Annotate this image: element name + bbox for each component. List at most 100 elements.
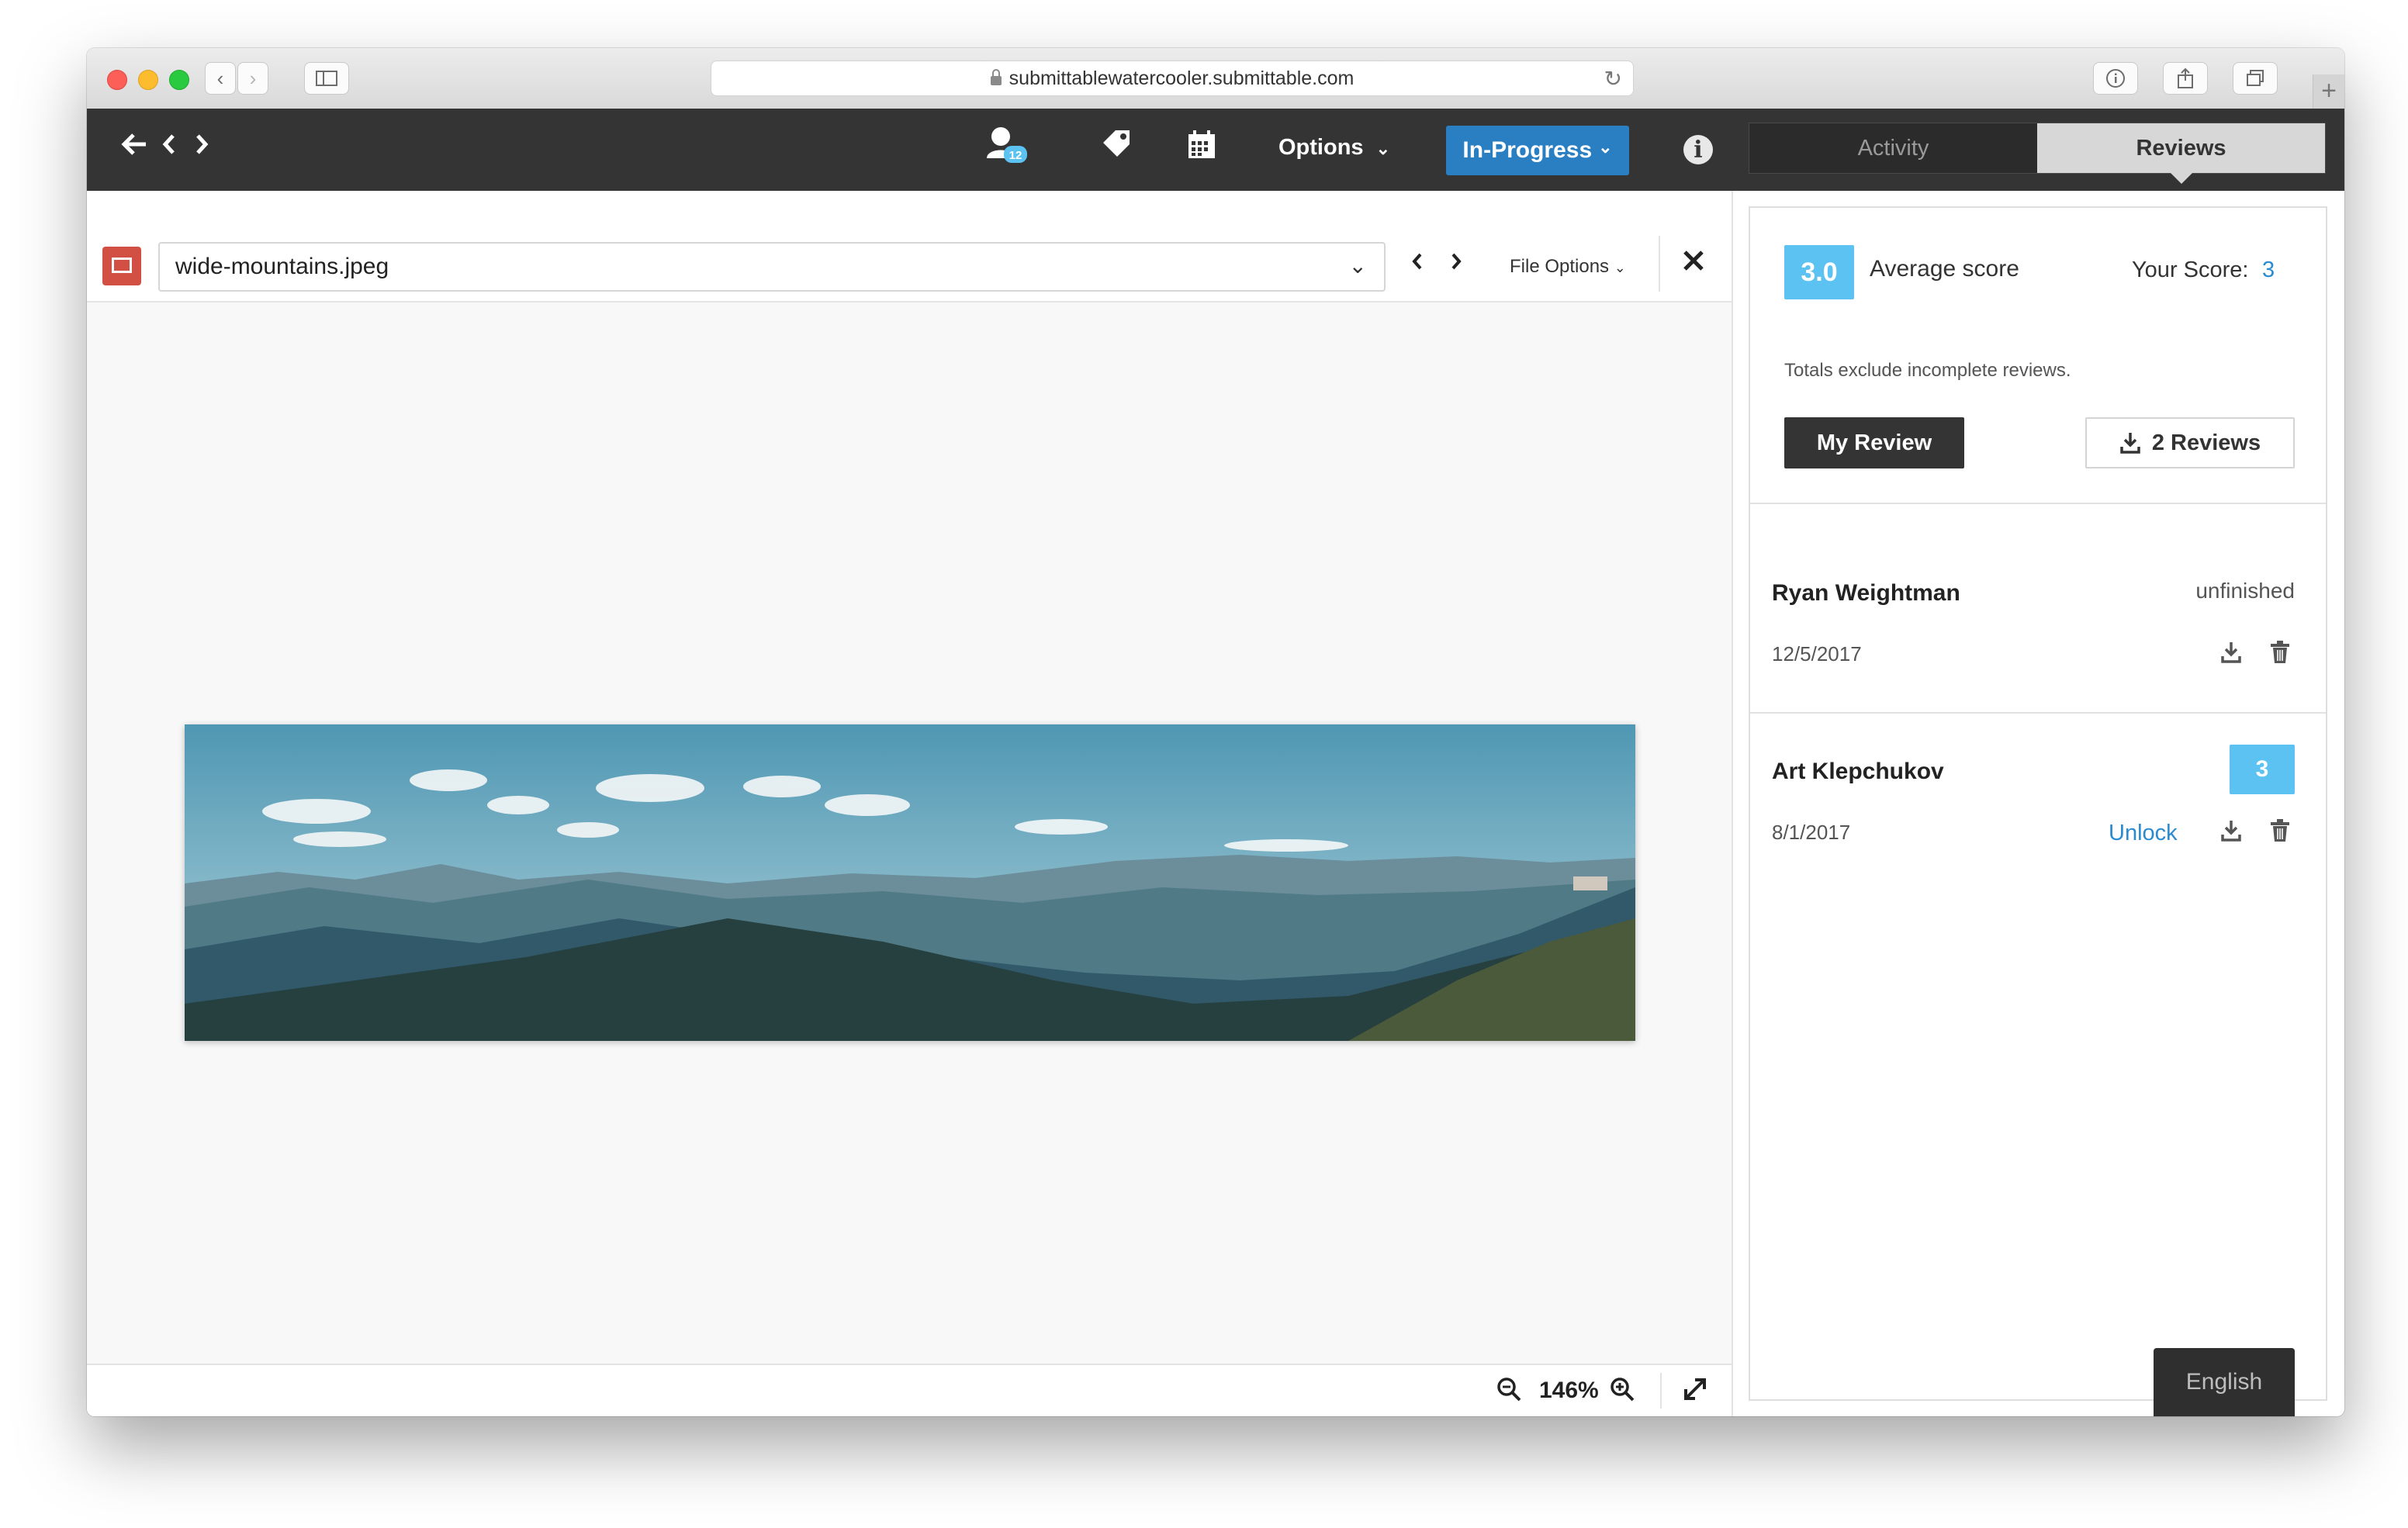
browser-toolbar: ‹ › submittablewatercooler.submittable.c… xyxy=(87,48,2344,109)
calendar-icon xyxy=(1188,130,1215,158)
back-to-list-button[interactable] xyxy=(121,129,147,164)
chevron-left-icon xyxy=(1412,253,1422,270)
chevron-down-icon: ⌄ xyxy=(1598,137,1613,157)
language-label: English xyxy=(2185,1369,2263,1395)
your-score-value[interactable]: 3 xyxy=(2262,258,2275,283)
zoom-window-button[interactable] xyxy=(169,70,189,90)
side-panel-tabs: Activity Reviews xyxy=(1749,123,2326,184)
address-bar-text: submittablewatercooler.submittable.com xyxy=(1009,67,1354,89)
download-icon xyxy=(2120,433,2140,454)
share-button[interactable] xyxy=(2163,62,2208,95)
fullscreen-button[interactable] xyxy=(1682,1376,1708,1409)
chevron-left-icon: ‹ xyxy=(216,66,224,90)
labels-button[interactable] xyxy=(1100,127,1133,168)
reviews-count-label: 2 Reviews xyxy=(2151,430,2261,455)
totals-note: Totals exclude incomplete reviews. xyxy=(1784,360,2071,381)
unlock-review-link[interactable]: Unlock xyxy=(2109,821,2178,846)
chevron-right-icon xyxy=(196,134,209,154)
next-submission-button[interactable] xyxy=(194,129,209,164)
calendar-button[interactable] xyxy=(1187,130,1216,168)
file-name: wide-mountains.jpeg xyxy=(175,254,389,279)
options-label: Options xyxy=(1278,135,1364,160)
chevron-right-icon xyxy=(1451,253,1462,270)
file-select-dropdown[interactable]: wide-mountains.jpeg ⌄ xyxy=(158,242,1386,292)
reviewer-name: Ryan Weightman xyxy=(1772,580,1960,606)
file-options-menu[interactable]: File Options ⌄ xyxy=(1510,256,1626,278)
language-selector[interactable]: English xyxy=(2154,1348,2295,1416)
download-review-button[interactable] xyxy=(2220,641,2242,668)
download-icon xyxy=(2221,642,2241,663)
zoom-in-button[interactable] xyxy=(1609,1376,1635,1409)
zoom-out-icon xyxy=(1497,1378,1521,1402)
download-reviews-button[interactable]: 2 Reviews xyxy=(2085,417,2295,468)
reload-icon[interactable]: ↻ xyxy=(1604,66,1622,92)
reader-info-button[interactable] xyxy=(2093,62,2138,95)
share-icon xyxy=(2178,67,2193,88)
tab-activity[interactable]: Activity xyxy=(1749,123,2037,173)
tab-activity-label: Activity xyxy=(1857,135,1929,161)
address-bar[interactable]: submittablewatercooler.submittable.com ↻ xyxy=(711,60,1634,96)
info-icon[interactable]: i xyxy=(1683,135,1713,164)
options-menu[interactable]: Options ⌄ xyxy=(1278,135,1390,161)
chevron-left-icon xyxy=(162,134,175,154)
your-score-label: Your Score: xyxy=(2132,258,2249,282)
assigned-users-count: 12 xyxy=(1009,149,1022,162)
arrow-left-icon xyxy=(121,133,146,155)
user-lock-icon: 12 xyxy=(987,127,1027,163)
lock-icon xyxy=(990,69,1002,85)
browser-back-button[interactable]: ‹ xyxy=(205,62,236,95)
file-viewer: wide-mountains.jpeg ⌄ File Options ⌄ 146… xyxy=(87,191,1733,1416)
expand-icon xyxy=(1684,1378,1706,1400)
assigned-users-button[interactable]: 12 xyxy=(984,123,1029,175)
chevron-down-icon: ⌄ xyxy=(1348,254,1367,278)
image-file-icon xyxy=(102,247,141,285)
reviewer-name: Art Klepchukov xyxy=(1772,759,1944,784)
download-review-button[interactable] xyxy=(2220,819,2242,846)
new-tab-button[interactable]: + xyxy=(2313,74,2344,109)
close-viewer-button[interactable] xyxy=(1682,242,1705,281)
tab-reviews[interactable]: Reviews xyxy=(2037,123,2325,184)
tag-icon xyxy=(1103,130,1130,157)
tab-reviews-label: Reviews xyxy=(2136,135,2226,161)
info-circle-icon xyxy=(2106,69,2125,88)
divider xyxy=(1750,503,2326,504)
zoom-level: 146% xyxy=(1539,1378,1599,1403)
divider xyxy=(1659,236,1660,292)
download-icon xyxy=(2221,821,2241,842)
zoom-out-button[interactable] xyxy=(1496,1376,1522,1409)
browser-forward-button[interactable]: › xyxy=(237,62,268,95)
my-review-button[interactable]: My Review xyxy=(1784,417,1964,468)
review-date: 8/1/2017 xyxy=(1772,821,1851,844)
file-header: wide-mountains.jpeg ⌄ File Options ⌄ xyxy=(87,191,1732,302)
app-navbar: 12 Options ⌄ In-Progress ⌄ i Activity Re… xyxy=(87,109,2344,191)
sidebar-toggle-button[interactable] xyxy=(304,62,349,95)
average-score-label: Average score xyxy=(1870,256,2019,282)
sidebar-icon xyxy=(316,71,337,86)
status-label: In-Progress xyxy=(1462,137,1593,163)
next-file-button[interactable] xyxy=(1449,247,1463,279)
tabs-overview-button[interactable] xyxy=(2233,62,2278,95)
previous-submission-button[interactable] xyxy=(161,129,177,164)
close-window-button[interactable] xyxy=(107,70,127,90)
plus-icon: + xyxy=(2321,76,2337,105)
review-score-badge: 3 xyxy=(2230,745,2295,794)
browser-window: ‹ › submittablewatercooler.submittable.c… xyxy=(87,48,2344,1416)
trash-icon xyxy=(2271,819,2289,842)
trash-icon xyxy=(2271,641,2289,663)
mountain-panorama-image xyxy=(185,724,1635,1041)
zoom-in-icon xyxy=(1611,1378,1635,1402)
zoom-controls: 146% xyxy=(87,1364,1732,1416)
my-review-label: My Review xyxy=(1816,430,1932,455)
review-status: unfinished xyxy=(2195,579,2295,603)
status-dropdown[interactable]: In-Progress ⌄ xyxy=(1446,126,1629,175)
divider xyxy=(1660,1373,1662,1409)
review-date: 12/5/2017 xyxy=(1772,642,1862,665)
chevron-down-icon: ⌄ xyxy=(1614,260,1626,275)
chevron-down-icon: ⌄ xyxy=(1375,139,1391,158)
delete-review-button[interactable] xyxy=(2270,641,2290,668)
delete-review-button[interactable] xyxy=(2270,819,2290,846)
average-score-badge: 3.0 xyxy=(1784,245,1854,299)
previous-file-button[interactable] xyxy=(1410,247,1424,279)
chevron-right-icon: › xyxy=(249,66,257,90)
minimize-window-button[interactable] xyxy=(138,70,158,90)
